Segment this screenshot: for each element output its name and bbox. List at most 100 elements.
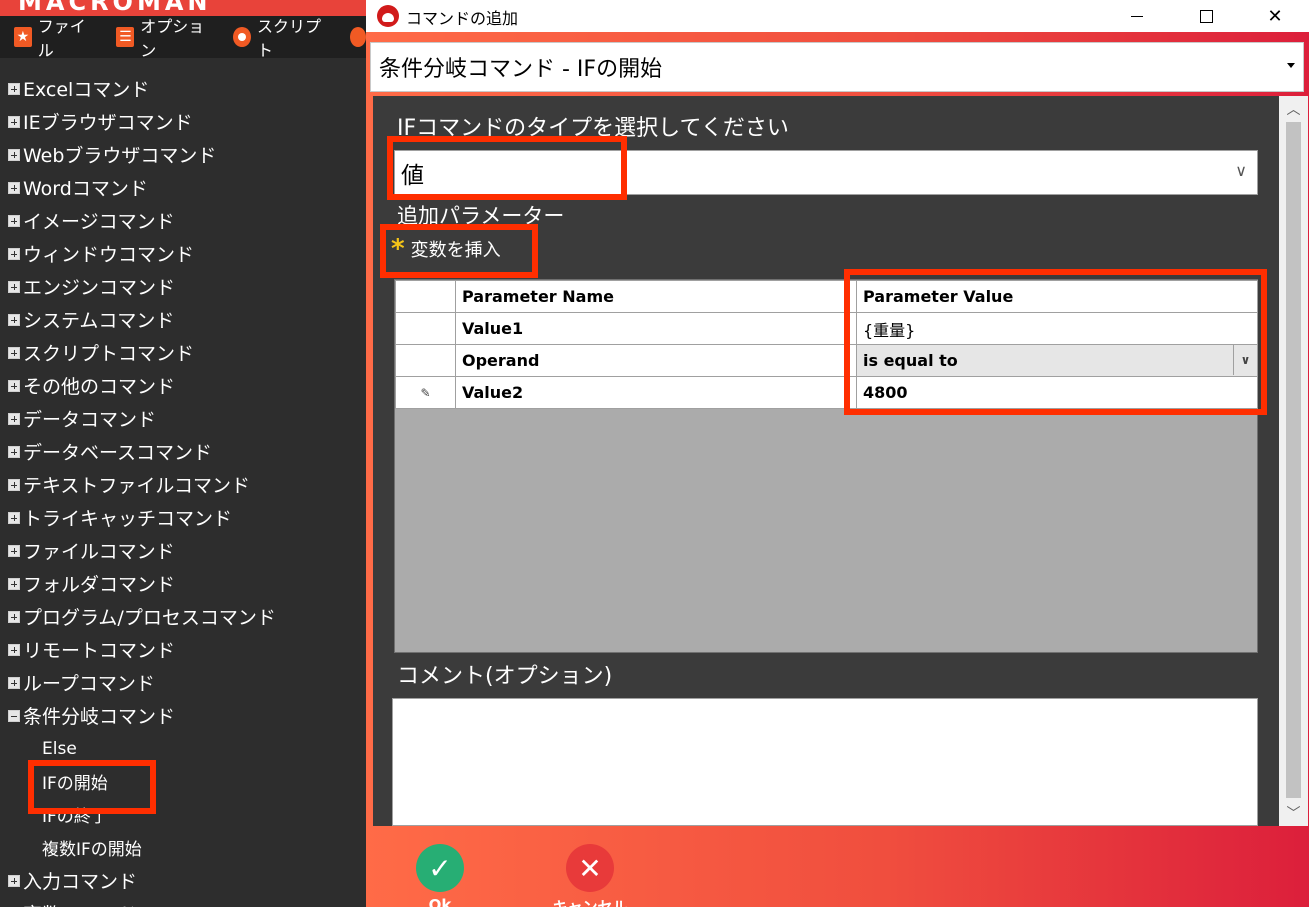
- tree-command-item[interactable]: 複数IFの開始: [8, 831, 364, 864]
- tree-category-label: データコマンド: [23, 409, 157, 431]
- scrollbar-thumb[interactable]: [1286, 122, 1301, 798]
- expand-icon[interactable]: [8, 148, 20, 161]
- parameters-grid: Parameter Name Parameter Value Value1 {重…: [394, 279, 1258, 653]
- tree-category[interactable]: データコマンド: [8, 402, 364, 435]
- param-name-cell: Operand: [455, 344, 857, 377]
- menu-file[interactable]: ★ ファイル: [14, 13, 94, 61]
- expand-icon[interactable]: [8, 82, 20, 95]
- expand-icon[interactable]: [8, 643, 20, 656]
- insert-variable-label: 変数を挿入: [410, 240, 501, 261]
- tree-command-item[interactable]: Else: [8, 732, 364, 765]
- grid-header-row: Parameter Name Parameter Value: [395, 280, 1258, 313]
- tree-category[interactable]: データベースコマンド: [8, 435, 364, 468]
- expand-icon[interactable]: [8, 874, 20, 887]
- asterisk-icon: *: [391, 234, 405, 264]
- edit-pencil-icon: ✎: [420, 385, 431, 400]
- if-type-label: IFコマンドのタイプを選択してください: [397, 116, 789, 141]
- tree-category-label: フォルダコマンド: [23, 574, 176, 596]
- expand-icon[interactable]: [8, 346, 20, 359]
- tree-category[interactable]: システムコマンド: [8, 303, 364, 336]
- tree-category[interactable]: その他のコマンド: [8, 369, 364, 402]
- param-value-cell[interactable]: 4800: [856, 376, 1258, 409]
- expand-icon[interactable]: [8, 412, 20, 425]
- expand-icon[interactable]: [8, 313, 20, 326]
- chevron-down-icon[interactable]: ∨: [1233, 345, 1257, 375]
- tree-category[interactable]: エンジンコマンド: [8, 270, 364, 303]
- tree-category[interactable]: Excelコマンド: [8, 72, 364, 105]
- menu-option-label: オプション: [140, 17, 205, 60]
- operand-combo[interactable]: is equal to ∨: [856, 344, 1258, 377]
- tree-category-label: ループコマンド: [23, 673, 155, 695]
- collapse-icon[interactable]: [8, 709, 20, 722]
- vertical-scrollbar[interactable]: ︿ ﹀: [1279, 96, 1308, 826]
- tree-category[interactable]: フォルダコマンド: [8, 567, 364, 600]
- column-header-name[interactable]: Parameter Name: [455, 280, 857, 313]
- tree-category-label: リモートコマンド: [23, 640, 176, 662]
- tree-command-label: 複数IFの開始: [42, 840, 142, 860]
- param-name-cell: Value1: [455, 312, 857, 345]
- cancel-button[interactable]: ✕ キャンセル: [550, 844, 630, 907]
- menu-script[interactable]: スクリプト: [233, 13, 328, 61]
- expand-icon[interactable]: [8, 247, 20, 260]
- tree-category[interactable]: ウィンドウコマンド: [8, 237, 364, 270]
- menu-script-label: スクリプト: [256, 17, 321, 60]
- tree-category[interactable]: Wordコマンド: [8, 171, 364, 204]
- tree-category[interactable]: 変数コマンド: [8, 897, 364, 907]
- menu-more[interactable]: [350, 27, 366, 47]
- row-header-cell[interactable]: [395, 344, 456, 377]
- expand-icon[interactable]: [8, 280, 20, 293]
- tree-category[interactable]: スクリプトコマンド: [8, 336, 364, 369]
- expand-icon[interactable]: [8, 544, 20, 557]
- tree-category[interactable]: Webブラウザコマンド: [8, 138, 364, 171]
- command-select[interactable]: 条件分岐コマンド - IFの開始: [370, 42, 1304, 92]
- expand-icon[interactable]: [8, 214, 20, 227]
- scroll-up-icon[interactable]: ︿: [1279, 96, 1308, 122]
- tree-category[interactable]: トライキャッチコマンド: [8, 501, 364, 534]
- tree-category-label: Webブラウザコマンド: [23, 145, 217, 167]
- tree-command-item[interactable]: IFの終了: [8, 798, 364, 831]
- expand-icon[interactable]: [8, 445, 20, 458]
- if-type-dropdown[interactable]: 値 ∨: [394, 150, 1258, 195]
- extra-params-label: 追加パラメーター: [397, 204, 565, 228]
- tree-category-label: Wordコマンド: [23, 178, 148, 200]
- expand-icon[interactable]: [8, 676, 20, 689]
- maximize-button[interactable]: [1172, 0, 1240, 32]
- tree-category[interactable]: 条件分岐コマンド: [8, 699, 364, 732]
- tree-category-label: 入力コマンド: [23, 871, 138, 893]
- close-button[interactable]: ✕: [1241, 0, 1309, 32]
- tree-command-item[interactable]: IFの開始: [8, 760, 364, 814]
- app-menu-bar: ★ ファイル ☰ オプション スクリプト: [0, 13, 366, 61]
- expand-icon[interactable]: [8, 511, 20, 524]
- tree-category[interactable]: プログラム/プロセスコマンド: [8, 600, 364, 633]
- tree-category[interactable]: テキストファイルコマンド: [8, 468, 364, 501]
- minimize-button[interactable]: [1103, 0, 1171, 32]
- tree-category-label: その他のコマンド: [23, 376, 176, 398]
- tree-category[interactable]: リモートコマンド: [8, 633, 364, 666]
- insert-variable-button[interactable]: * 変数を挿入: [391, 234, 501, 264]
- command-select-value: 条件分岐コマンド - IFの開始: [379, 57, 663, 82]
- column-header-value[interactable]: Parameter Value: [856, 280, 1258, 313]
- expand-icon[interactable]: [8, 478, 20, 491]
- tree-category[interactable]: ループコマンド: [8, 666, 364, 699]
- expand-icon[interactable]: [8, 181, 20, 194]
- expand-icon[interactable]: [8, 610, 20, 623]
- tree-category[interactable]: イメージコマンド: [8, 204, 364, 237]
- expand-icon[interactable]: [8, 115, 20, 128]
- tree-category[interactable]: ファイルコマンド: [8, 534, 364, 567]
- menu-option[interactable]: ☰ オプション: [116, 13, 211, 61]
- row-header-cell[interactable]: ✎: [395, 376, 456, 409]
- tree-category-label: トライキャッチコマンド: [23, 508, 233, 530]
- tree-category[interactable]: 入力コマンド: [8, 864, 364, 897]
- caret-down-icon: [1287, 63, 1295, 68]
- tree-category-label: プログラム/プロセスコマンド: [23, 607, 276, 629]
- scroll-down-icon[interactable]: ﹀: [1279, 800, 1308, 826]
- row-header-cell[interactable]: [395, 312, 456, 345]
- expand-icon[interactable]: [8, 379, 20, 392]
- tree-category-label: IEブラウザコマンド: [23, 112, 193, 134]
- ok-button[interactable]: ✓ Ok: [400, 844, 480, 907]
- comment-textarea[interactable]: [392, 698, 1258, 826]
- param-value-cell[interactable]: {重量}: [856, 312, 1258, 345]
- tree-category[interactable]: IEブラウザコマンド: [8, 105, 364, 138]
- tree-command-label: IFの終了: [42, 807, 108, 827]
- expand-icon[interactable]: [8, 577, 20, 590]
